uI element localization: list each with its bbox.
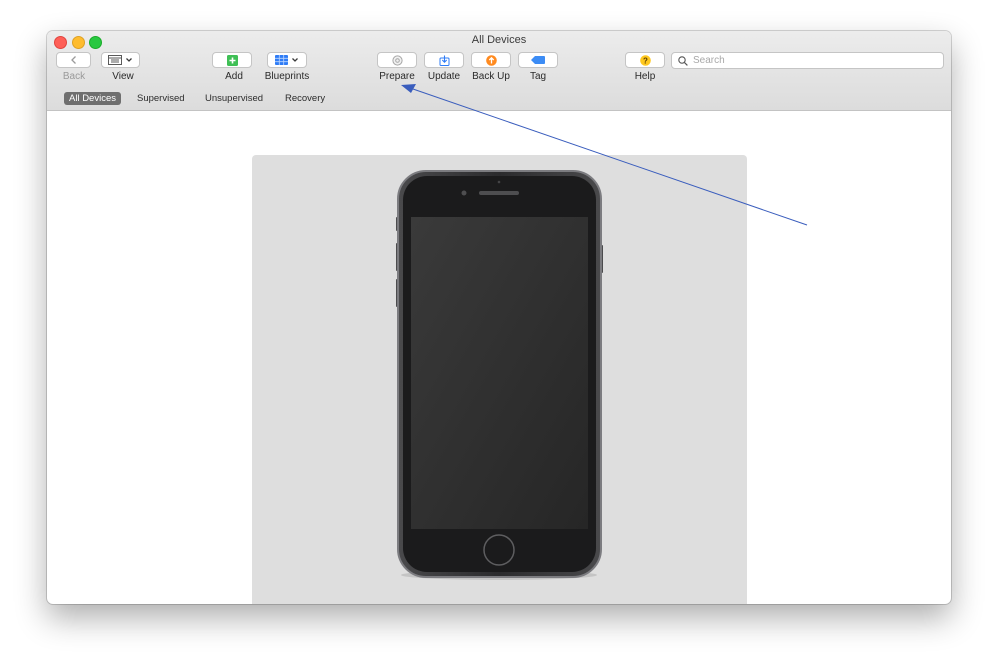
search-placeholder: Search [693,55,725,66]
chevron-down-icon [291,56,299,64]
view-label: View [112,71,134,82]
tag-label: Tag [530,71,546,82]
search-icon [678,56,688,66]
backup-arrow-icon [486,55,497,66]
scope-bar: All Devices Supervised Unsupervised Reco… [47,89,951,109]
back-label: Back [63,71,85,82]
update-button[interactable] [424,52,464,68]
device-tile[interactable] [252,155,747,604]
blueprints-label: Blueprints [265,71,309,82]
back-button[interactable] [56,52,91,68]
tag-icon [531,56,545,64]
add-label: Add [225,71,243,82]
iphone-device [252,155,747,604]
view-button[interactable] [101,52,140,68]
update-download-icon [439,55,450,66]
app-window: All Devices Back View [47,31,951,604]
prepare-button[interactable] [377,52,417,68]
scope-recovery[interactable]: Recovery [280,92,330,105]
backup-label: Back Up [472,71,510,82]
update-label: Update [428,71,460,82]
svg-text:?: ? [643,56,648,65]
window-title: All Devices [47,34,951,46]
add-button[interactable] [212,52,252,68]
scope-unsupervised[interactable]: Unsupervised [200,92,268,105]
list-view-icon [108,55,122,65]
scope-all-devices[interactable]: All Devices [64,92,121,105]
chevron-down-icon [125,56,133,64]
prepare-label: Prepare [379,71,415,82]
plus-icon [227,55,238,66]
blueprints-button[interactable] [267,52,307,68]
prepare-gear-icon [392,55,403,66]
chevron-left-icon [69,55,79,65]
backup-button[interactable] [471,52,511,68]
search-field[interactable]: Search [671,52,944,69]
tag-button[interactable] [518,52,558,68]
help-button[interactable]: ? [625,52,665,68]
question-icon: ? [640,55,651,66]
toolbar: All Devices Back View [47,31,951,111]
help-label: Help [635,71,656,82]
grid-icon [275,55,288,65]
scope-supervised[interactable]: Supervised [132,92,190,105]
